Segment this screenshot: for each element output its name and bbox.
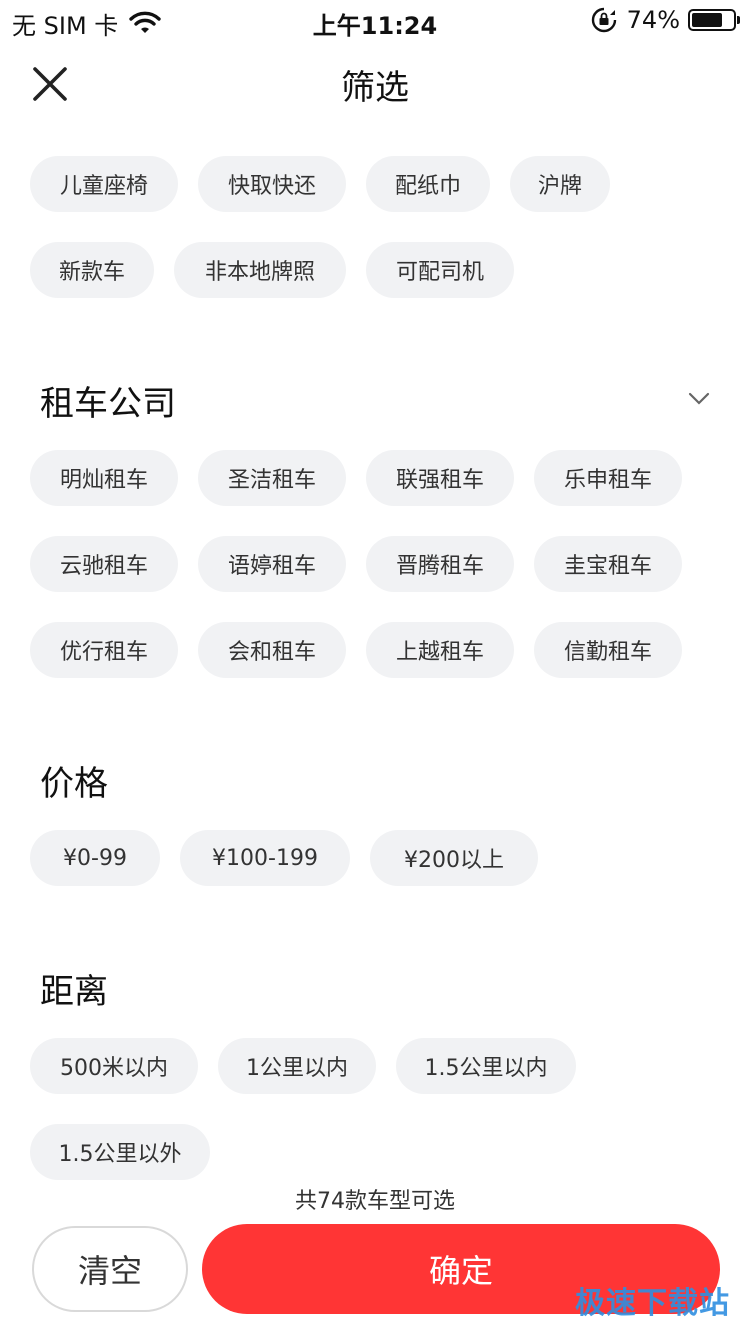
section-title-price: 价格 <box>40 764 108 804</box>
company-row-3: 优行租车 会和租车 上越租车 信勤租车 <box>30 622 702 678</box>
chip-company[interactable]: 圣洁租车 <box>198 450 346 506</box>
chip-shanghai-plate[interactable]: 沪牌 <box>510 156 610 212</box>
status-right: 74% <box>591 6 740 34</box>
chip-company[interactable]: 云驰租车 <box>30 536 178 592</box>
watermark-logo: 极速下载站 <box>575 1286 730 1321</box>
chip-distance-1km[interactable]: 1公里以内 <box>218 1038 376 1094</box>
company-row-2: 云驰租车 语婷租车 晋腾租车 圭宝租车 <box>30 536 702 592</box>
chip-price-200-plus[interactable]: ¥200以上 <box>370 830 538 886</box>
chip-tissue[interactable]: 配纸巾 <box>366 156 490 212</box>
chip-company[interactable]: 联强租车 <box>366 450 514 506</box>
chip-price-0-99[interactable]: ¥0-99 <box>30 830 160 886</box>
chip-company[interactable]: 圭宝租车 <box>534 536 682 592</box>
chip-child-seat[interactable]: 儿童座椅 <box>30 156 178 212</box>
chip-company[interactable]: 会和租车 <box>198 622 346 678</box>
distance-row-1: 500米以内 1公里以内 1.5公里以内 <box>30 1038 596 1094</box>
page-title: 筛选 <box>341 68 409 108</box>
chip-company[interactable]: 上越租车 <box>366 622 514 678</box>
battery-fill <box>692 13 722 27</box>
chip-company[interactable]: 语婷租车 <box>198 536 346 592</box>
chip-non-local-plate[interactable]: 非本地牌照 <box>174 242 346 298</box>
chip-driver-available[interactable]: 可配司机 <box>366 242 514 298</box>
chip-distance-500m[interactable]: 500米以内 <box>30 1038 198 1094</box>
feature-row-2: 新款车 非本地牌照 可配司机 <box>30 242 534 298</box>
chip-company[interactable]: 优行租车 <box>30 622 178 678</box>
result-count: 共74款车型可选 <box>295 1189 455 1214</box>
chevron-down-icon[interactable] <box>688 387 710 409</box>
chip-quick-pickup[interactable]: 快取快还 <box>198 156 346 212</box>
chip-new-car[interactable]: 新款车 <box>30 242 154 298</box>
section-title-distance: 距离 <box>40 972 108 1012</box>
chip-distance-over-1-5km[interactable]: 1.5公里以外 <box>30 1124 210 1180</box>
battery-icon <box>688 9 740 31</box>
feature-row-1: 儿童座椅 快取快还 配纸巾 沪牌 <box>30 156 630 212</box>
price-row: ¥0-99 ¥100-199 ¥200以上 <box>30 830 558 886</box>
chip-company[interactable]: 信勤租车 <box>534 622 682 678</box>
status-bar: 无 SIM 卡 上午11:24 74% <box>0 0 750 40</box>
chip-price-100-199[interactable]: ¥100-199 <box>180 830 350 886</box>
battery-percent: 74% <box>626 6 680 34</box>
chip-company[interactable]: 晋腾租车 <box>366 536 514 592</box>
distance-row-2: 1.5公里以外 <box>30 1124 230 1180</box>
section-title-companies: 租车公司 <box>40 384 176 424</box>
orientation-lock-icon <box>591 7 616 33</box>
chip-distance-1-5km[interactable]: 1.5公里以内 <box>396 1038 576 1094</box>
chip-company[interactable]: 明灿租车 <box>30 450 178 506</box>
chip-company[interactable]: 乐申租车 <box>534 450 682 506</box>
clear-button[interactable]: 清空 <box>32 1226 188 1312</box>
company-row-1: 明灿租车 圣洁租车 联强租车 乐申租车 <box>30 450 702 506</box>
